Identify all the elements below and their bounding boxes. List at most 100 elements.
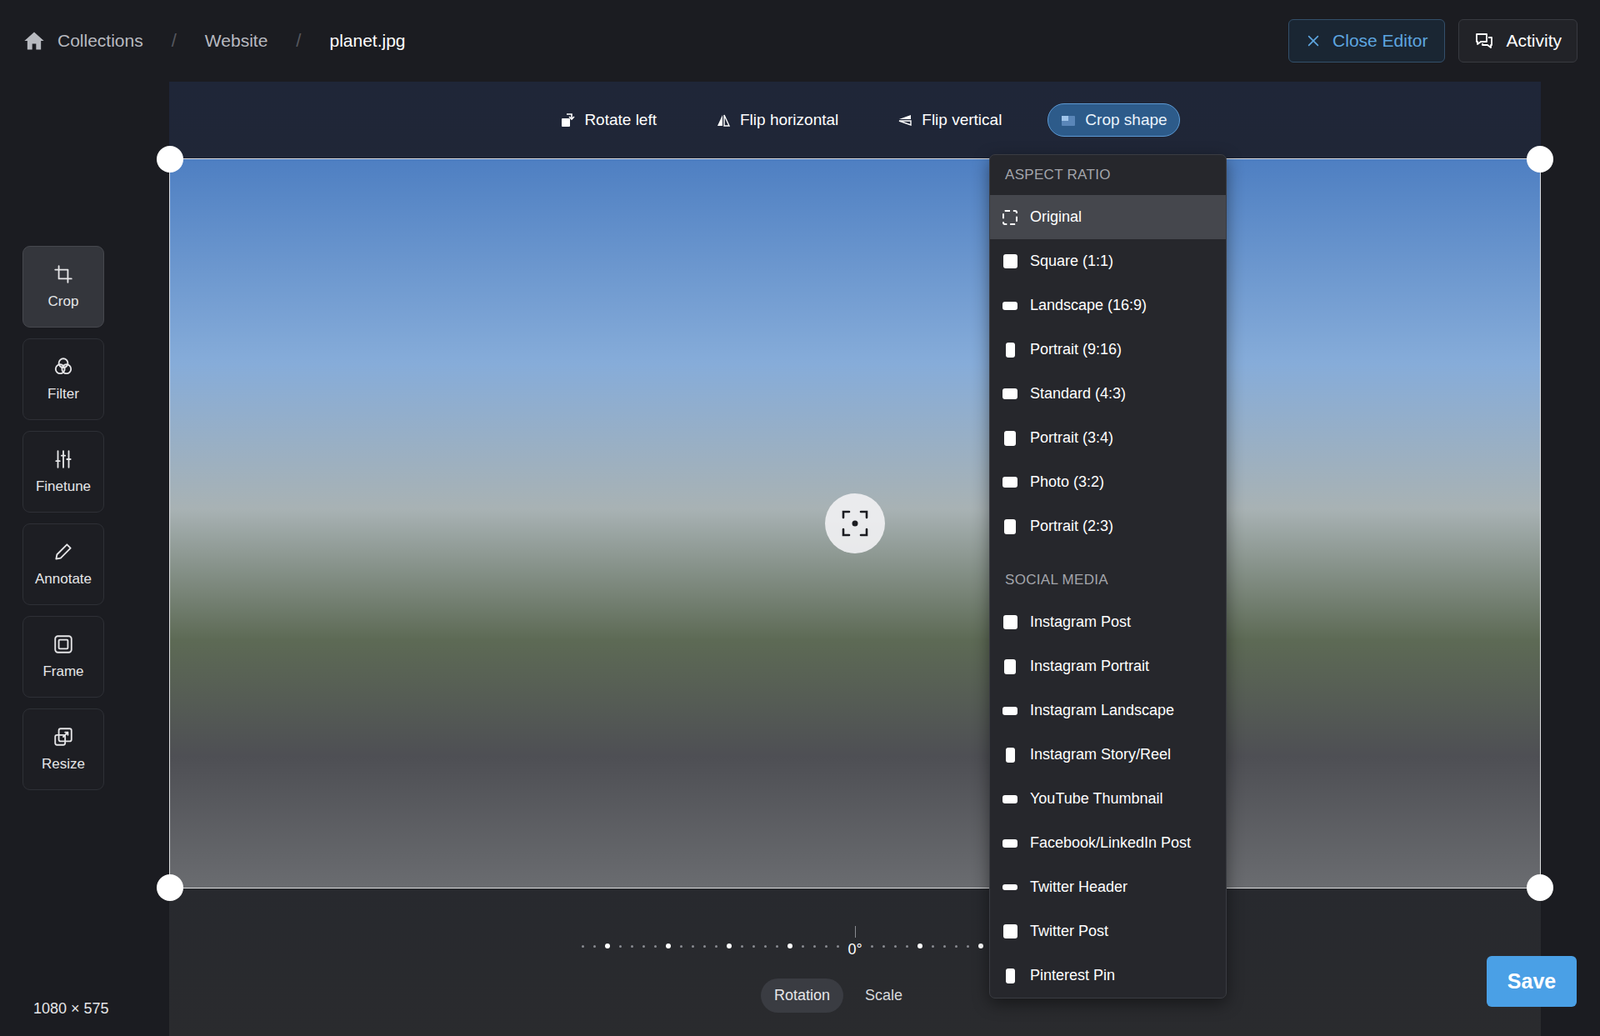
menu-item[interactable]: Portrait (2:3) — [990, 504, 1226, 549]
menu-item[interactable]: Instagram Story/Reel — [990, 732, 1226, 777]
tool-label: Filter — [47, 385, 80, 403]
toolbar-button[interactable]: Crop shape — [1047, 103, 1180, 137]
menu-item[interactable]: Square (1:1) — [990, 239, 1226, 284]
shape-box — [1000, 877, 1020, 898]
save-button[interactable]: Save — [1486, 955, 1577, 1007]
ruler-tick — [752, 945, 755, 948]
activity-button[interactable]: Activity — [1458, 19, 1578, 63]
tool-button[interactable]: Filter — [22, 338, 105, 420]
close-icon — [1305, 33, 1321, 49]
menu-item[interactable]: Pinterest Pin — [990, 953, 1226, 998]
ruler-tick — [955, 945, 958, 948]
ruler-ticks — [581, 936, 840, 955]
breadcrumb-separator: / — [171, 30, 177, 52]
menu-section-title: SOCIAL MEDIA — [990, 560, 1226, 600]
aspect-shape-icon — [1002, 388, 1018, 400]
menu-item[interactable]: Instagram Landscape — [990, 688, 1226, 733]
crop-handle[interactable] — [1526, 145, 1554, 173]
tool-button[interactable]: Frame — [22, 615, 105, 698]
crop-handle[interactable] — [1526, 874, 1554, 901]
menu-item-label: Instagram Landscape — [1030, 701, 1175, 720]
shape-box — [1000, 789, 1020, 810]
menu-item[interactable]: Portrait (9:16) — [990, 327, 1226, 372]
crop-area[interactable] — [169, 158, 1541, 889]
menu-item-label: Instagram Portrait — [1030, 657, 1150, 675]
ruler-tick — [654, 945, 657, 948]
ruler-tick — [931, 945, 935, 948]
image-size: 1080 × 575 — [22, 1000, 170, 1018]
menu-item[interactable]: Instagram Portrait — [990, 644, 1226, 689]
menu-item-label: Portrait (3:4) — [1030, 429, 1114, 447]
adjust-tab[interactable]: Scale — [851, 978, 916, 1013]
tool-button[interactable]: Crop — [22, 245, 105, 328]
aspect-shape-icon — [1002, 210, 1018, 225]
menu-item[interactable]: Twitter Header — [990, 865, 1226, 910]
menu-section: ASPECT RATIOOriginalSquare (1:1) Landscap… — [990, 155, 1226, 549]
tool-label: Frame — [42, 663, 84, 680]
adjust-tab[interactable]: Rotation — [760, 978, 844, 1013]
aspect-shape-icon — [1003, 615, 1018, 630]
frame-icon — [52, 633, 75, 655]
aspect-shape-icon — [1004, 430, 1016, 446]
chat-icon — [1474, 30, 1495, 51]
tool-button[interactable]: Resize — [22, 708, 105, 790]
crop-handle[interactable] — [156, 874, 184, 901]
rotation-reading: 0° — [847, 940, 862, 959]
ruler-tick — [619, 945, 622, 948]
menu-item[interactable]: YouTube Thumbnail — [990, 776, 1226, 821]
ruler-tick — [581, 945, 585, 948]
toolbar-button[interactable]: Rotate left — [546, 103, 670, 137]
menu-item[interactable]: Original — [990, 195, 1226, 240]
menu-item[interactable]: Photo (3:2) — [990, 460, 1226, 505]
aspect-shape-icon — [1002, 706, 1018, 715]
close-button[interactable]: Close Editor — [1288, 19, 1445, 63]
menu-item-label: Portrait (2:3) — [1030, 517, 1114, 535]
menu-item[interactable]: Standard (4:3) — [990, 371, 1226, 416]
menu-item[interactable]: Facebook/LinkedIn Post — [990, 820, 1226, 865]
menu-item[interactable]: Landscape (16:9) — [990, 283, 1226, 328]
shape-box — [1000, 428, 1020, 449]
toolbar-label: Flip vertical — [921, 110, 1002, 130]
ruler-tick — [680, 945, 683, 948]
home-icon[interactable] — [22, 29, 46, 53]
tool-sidebar: Crop Filter Finetune Annotate Frame Resize 108… — [0, 81, 170, 1036]
aspect-shape-icon — [1004, 519, 1016, 535]
ruler-tick — [703, 945, 706, 948]
breadcrumb-item: planet.jpg — [329, 30, 405, 51]
image-editor: Collections/Website/planet.jpgClose Edit… — [0, 0, 1600, 1036]
ruler-tick — [740, 945, 744, 948]
shape-box — [1000, 516, 1020, 537]
toolbar-label: Rotate left — [584, 110, 657, 130]
menu-item[interactable]: Portrait (3:4) — [990, 415, 1226, 460]
ruler-tick — [726, 943, 732, 949]
toolbar-button[interactable]: Flip vertical — [884, 103, 1015, 137]
breadcrumb-item[interactable]: Website — [205, 30, 268, 51]
tool-button[interactable]: Annotate — [22, 523, 105, 605]
tool-button[interactable]: Finetune — [22, 430, 105, 513]
shape-icon — [1060, 111, 1077, 129]
ruler-tick — [787, 943, 793, 949]
rotation-ruler[interactable]: 0° — [169, 921, 1541, 959]
aspect-shape-icon — [1005, 747, 1015, 763]
breadcrumb-item[interactable]: Collections — [57, 30, 144, 51]
shape-box — [1000, 384, 1020, 405]
aspect-shape-icon — [1004, 659, 1016, 675]
menu-item-label: Landscape (16:9) — [1030, 296, 1147, 315]
menu-item-label: Instagram Post — [1030, 613, 1131, 631]
menu-item[interactable]: Instagram Post — [990, 600, 1226, 645]
ruler-tick — [605, 943, 610, 949]
menu-item[interactable]: Twitter Post — [990, 909, 1226, 954]
toolbar-button[interactable]: Flip horizontal — [702, 103, 851, 137]
menu-section: SOCIAL MEDIA Instagram Post Instagram Port… — [990, 560, 1226, 998]
breadcrumb: Collections/Website/planet.jpg — [22, 29, 406, 53]
ruler-tick — [943, 945, 946, 948]
toolbar-label: Flip horizontal — [740, 110, 839, 130]
header-bar: Collections/Website/planet.jpgClose Edit… — [0, 0, 1600, 82]
ruler-tick — [813, 945, 816, 948]
focus-button[interactable] — [825, 493, 885, 554]
menu-section-title: ASPECT RATIO — [990, 155, 1226, 195]
crop-shape-menu: ASPECT RATIOOriginalSquare (1:1) Landscap… — [989, 154, 1227, 999]
crop-handle[interactable] — [156, 145, 184, 173]
shape-box — [1000, 833, 1020, 854]
aspect-shape-icon — [1003, 254, 1018, 269]
